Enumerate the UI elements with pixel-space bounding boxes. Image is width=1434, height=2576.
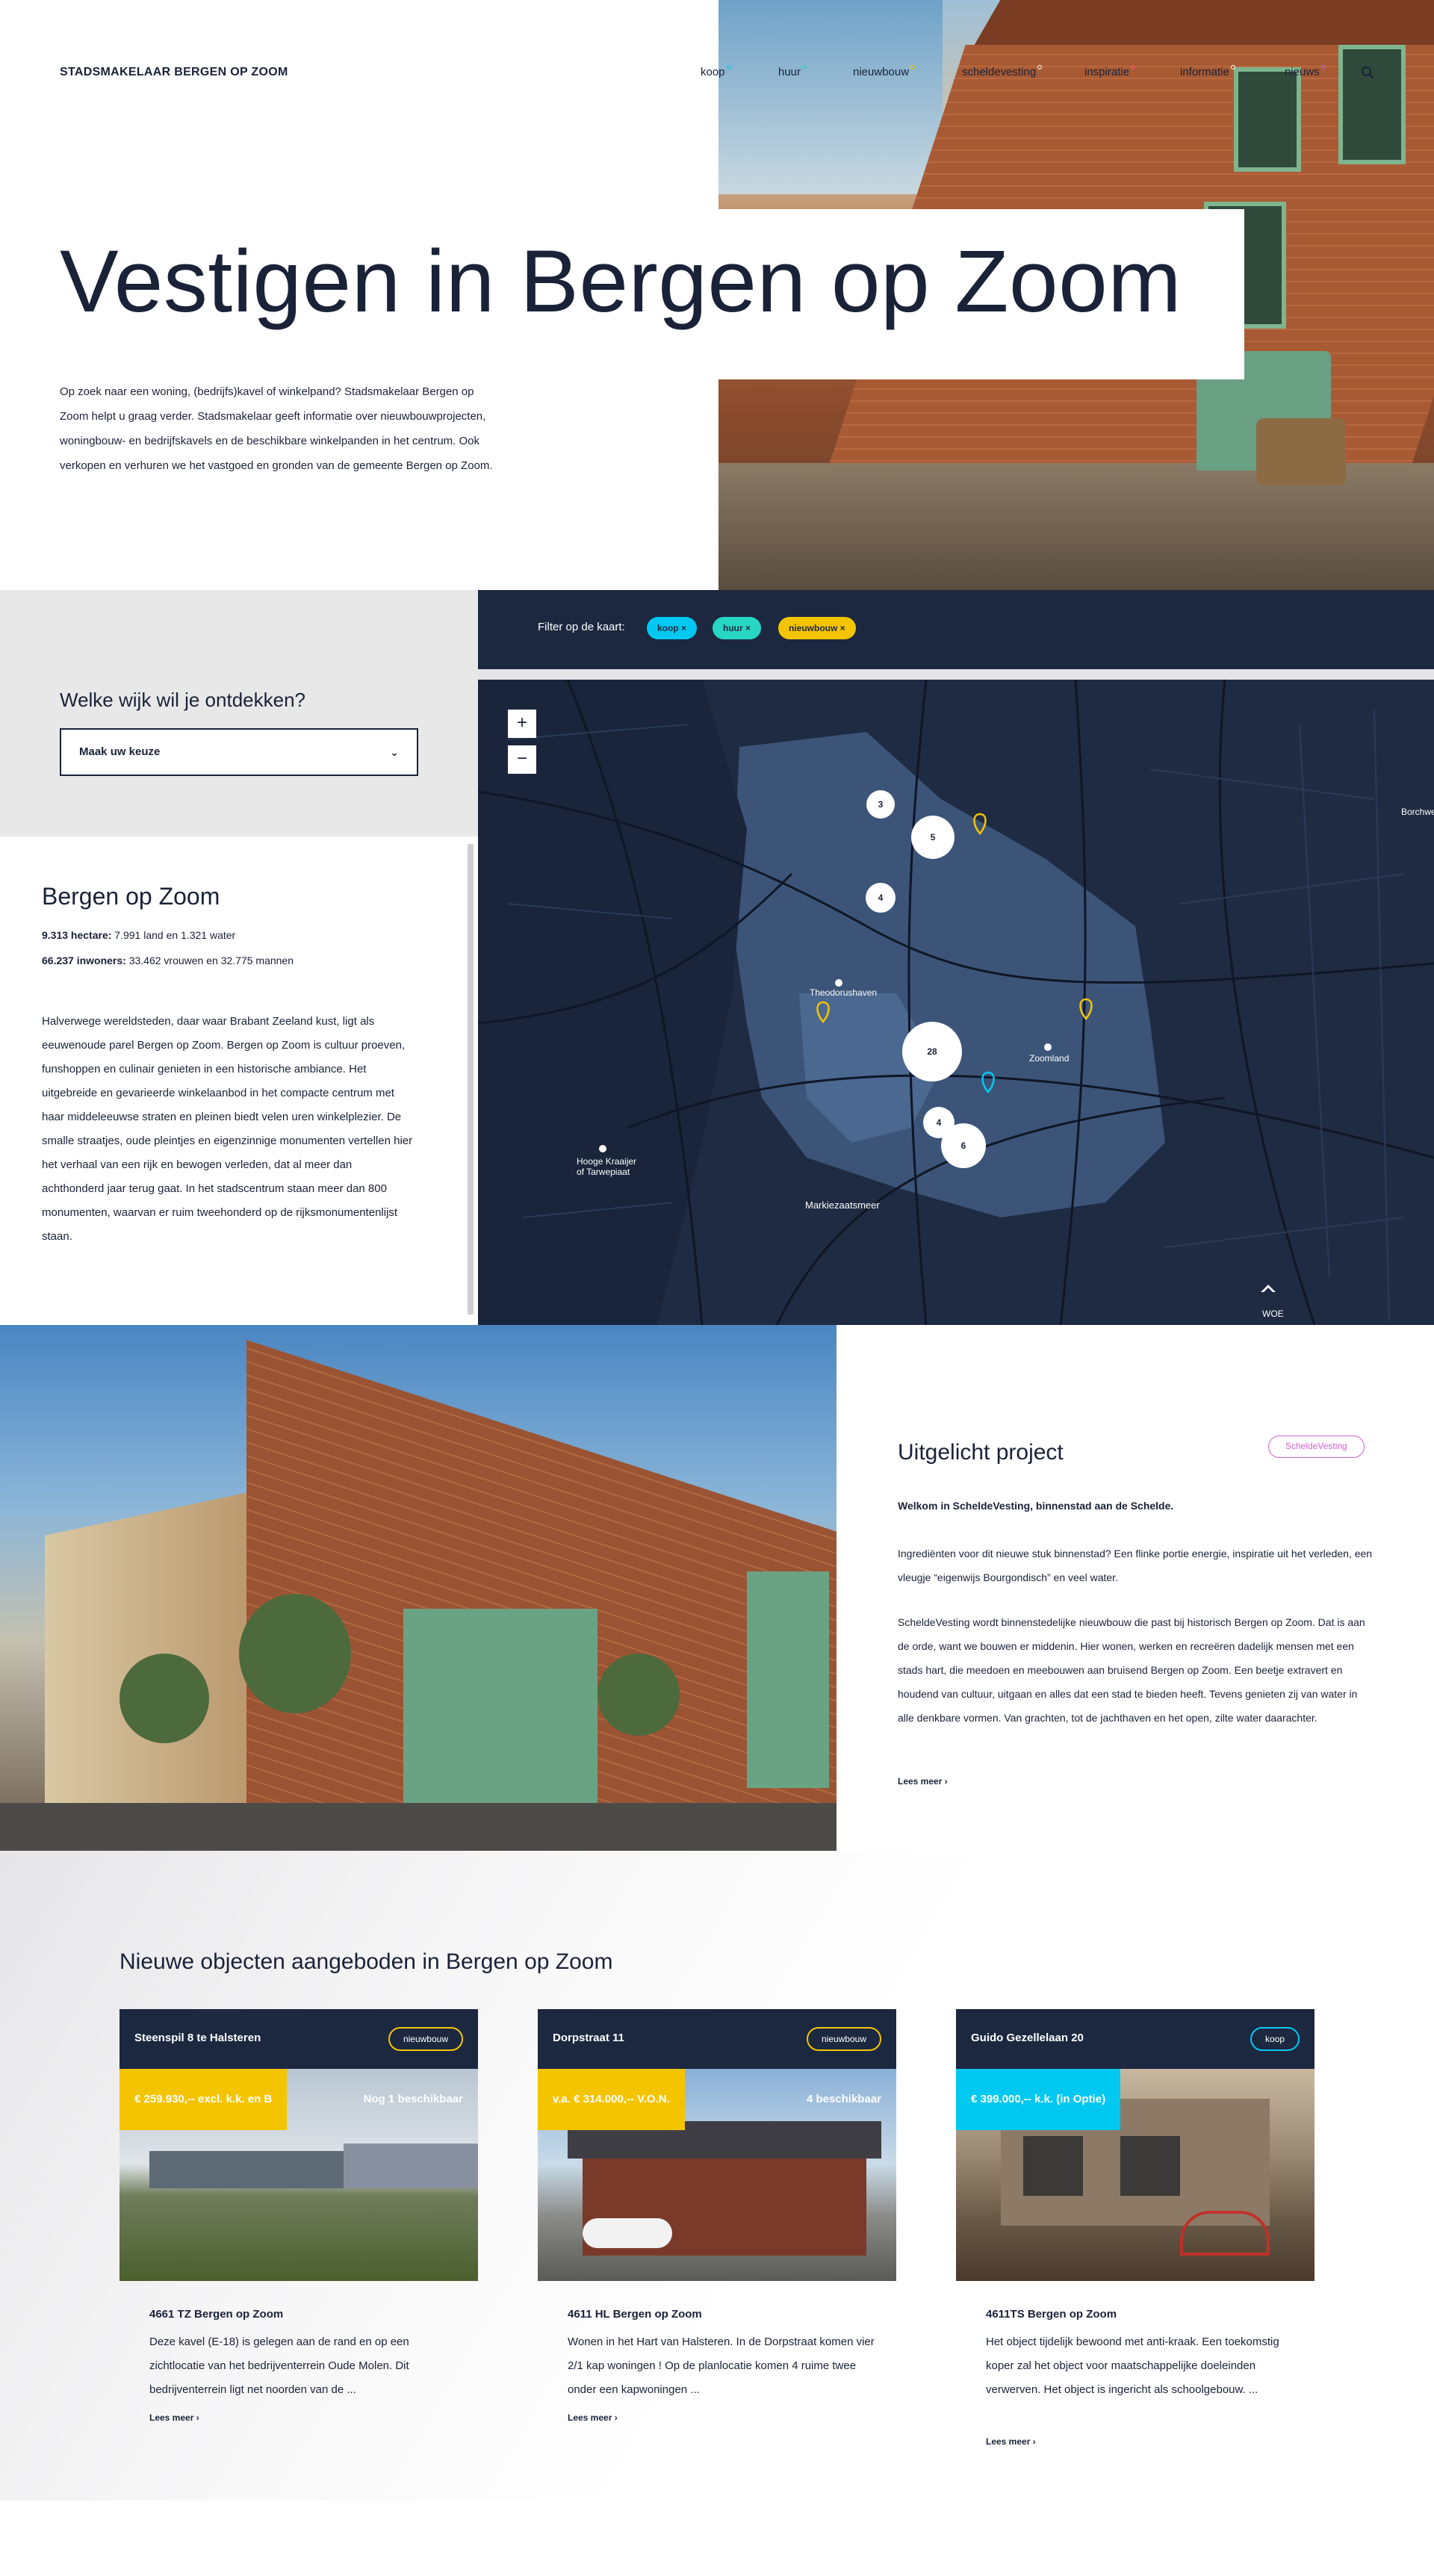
card-read-more-link[interactable]: Lees meer › bbox=[568, 2412, 618, 2423]
map-cluster[interactable]: 4 bbox=[866, 883, 896, 913]
main-nav: koop huur nieuwbouw scheldevesting inspi… bbox=[701, 65, 1388, 82]
filter-chip-koop[interactable]: koop × bbox=[647, 617, 698, 639]
stat-area: 9.313 hectare: 7.991 land en 1.321 water bbox=[42, 929, 236, 941]
search-icon[interactable] bbox=[1361, 66, 1374, 79]
featured-badge[interactable]: ScheldeVesting bbox=[1268, 1436, 1365, 1458]
nav-nieuws[interactable]: nieuws bbox=[1285, 65, 1326, 78]
map[interactable]: + − 3 5 4 28 4 6 Theodorushaven Zoomland… bbox=[478, 680, 1434, 1325]
map-cluster[interactable]: 5 bbox=[911, 816, 955, 859]
card-availability: Nog 1 beschikbaar bbox=[363, 2093, 463, 2105]
objects-heading: Nieuwe objecten aangeboden in Bergen op … bbox=[120, 1949, 613, 1974]
nav-huur[interactable]: huur bbox=[778, 65, 807, 78]
featured-photo bbox=[0, 1325, 836, 1851]
map-cluster[interactable]: 28 bbox=[902, 1022, 962, 1081]
map-cluster[interactable]: 6 bbox=[941, 1123, 986, 1168]
map-label-borchwerf: Borchwe bbox=[1401, 807, 1434, 817]
featured-read-more-link[interactable]: Lees meer › bbox=[898, 1776, 948, 1787]
card-zip: 4661 TZ Bergen op Zoom bbox=[149, 2308, 284, 2321]
page-title: Vestigen in Bergen op Zoom bbox=[60, 232, 1182, 331]
zoom-in-button[interactable]: + bbox=[508, 710, 536, 738]
card-header: Dorpstraat 11 nieuwbouw bbox=[538, 2009, 896, 2069]
site-logo[interactable]: STADSMAKELAAR BERGEN OP ZOOM bbox=[60, 66, 288, 79]
card-tag: nieuwbouw bbox=[388, 2027, 463, 2051]
nav-koop[interactable]: koop bbox=[701, 65, 731, 78]
wijk-panel bbox=[0, 590, 478, 837]
card-description: Het object tijdelijk bewoond met anti-kr… bbox=[986, 2336, 1279, 2396]
wijk-select[interactable]: Maak uw keuze ⌄ bbox=[60, 728, 418, 776]
featured-paragraph: ScheldeVesting wordt binnenstedelijke ni… bbox=[898, 1616, 1365, 1724]
card-read-more-link[interactable]: Lees meer › bbox=[986, 2436, 1036, 2447]
wijk-question: Welke wijk wil je ontdekken? bbox=[60, 689, 305, 711]
nav-scheldevesting[interactable]: scheldevesting bbox=[962, 65, 1043, 78]
card-header: Guido Gezellelaan 20 koop bbox=[956, 2009, 1314, 2069]
map-label-tarweplaat: of Tarwepiaat bbox=[577, 1167, 630, 1177]
card-availability: 4 beschikbaar bbox=[806, 2093, 881, 2105]
card-description: Wonen in het Hart van Halsteren. In de D… bbox=[568, 2336, 875, 2396]
map-label-theodorushaven: Theodorushaven bbox=[810, 987, 878, 998]
card-price: € 399.000,-- k.k. (in Optie) bbox=[956, 2069, 1121, 2130]
card-read-more-link[interactable]: Lees meer › bbox=[149, 2412, 199, 2423]
filter-chip-huur[interactable]: huur × bbox=[713, 617, 762, 639]
info-scrollbar[interactable] bbox=[468, 844, 474, 1315]
featured-paragraph: Ingrediënten voor dit nieuwe stuk binnen… bbox=[898, 1548, 1373, 1583]
card-zip: 4611 HL Bergen op Zoom bbox=[568, 2308, 702, 2321]
featured-title: Uitgelicht project bbox=[898, 1440, 1064, 1465]
card-header: Steenspil 8 te Halsteren nieuwbouw bbox=[120, 2009, 478, 2069]
card-tag: nieuwbouw bbox=[806, 2027, 881, 2051]
wijk-select-value: Maak uw keuze bbox=[79, 745, 161, 758]
info-text: Halverwege wereldsteden, daar waar Braba… bbox=[42, 1015, 413, 1243]
card-zip: 4611TS Bergen op Zoom bbox=[986, 2308, 1117, 2321]
map-label-hooge-kraaijer: Hooge Kraaijer bbox=[577, 1156, 637, 1167]
map-label-woe: WOE bbox=[1262, 1309, 1284, 1319]
card-price: v.a. € 314.000,-- V.O.N. bbox=[538, 2069, 685, 2130]
filter-chip-nieuwbouw[interactable]: nieuwbouw × bbox=[778, 617, 856, 639]
stat-population: 66.237 inwoners: 33.462 vrouwen en 32.77… bbox=[42, 955, 294, 966]
hero-intro: Op zoek naar een woning, (bedrijfs)kavel… bbox=[60, 385, 493, 472]
card-price: € 259.930,-- excl. k.k. en B bbox=[120, 2069, 288, 2130]
featured-lead: Welkom in ScheldeVesting, binnenstad aan… bbox=[898, 1500, 1174, 1512]
card-address: Dorpstraat 11 bbox=[553, 2032, 624, 2044]
map-label-zoomland: Zoomland bbox=[1029, 1053, 1070, 1064]
filter-label: Filter op de kaart: bbox=[538, 621, 625, 633]
card-description: Deze kavel (E-18) is gelegen aan de rand… bbox=[149, 2336, 409, 2396]
nav-informatie[interactable]: informatie bbox=[1180, 65, 1235, 78]
zoom-out-button[interactable]: − bbox=[508, 745, 536, 774]
info-title: Bergen op Zoom bbox=[42, 883, 220, 910]
map-cluster[interactable]: 3 bbox=[866, 790, 895, 819]
map-canvas bbox=[478, 680, 1434, 1325]
map-scrollbar[interactable] bbox=[478, 669, 1434, 680]
card-address: Guido Gezellelaan 20 bbox=[971, 2032, 1084, 2044]
nav-nieuwbouw[interactable]: nieuwbouw bbox=[853, 65, 916, 78]
nav-inspiratie[interactable]: inspiratie bbox=[1084, 65, 1136, 78]
chevron-down-icon: ⌄ bbox=[390, 746, 399, 758]
map-label-markiezaatsmeer: Markiezaatsmeer bbox=[805, 1199, 880, 1211]
card-tag: koop bbox=[1250, 2027, 1300, 2051]
hero-section: STADSMAKELAAR BERGEN OP ZOOM koop huur n… bbox=[0, 0, 1434, 590]
card-address: Steenspil 8 te Halsteren bbox=[134, 2032, 261, 2044]
